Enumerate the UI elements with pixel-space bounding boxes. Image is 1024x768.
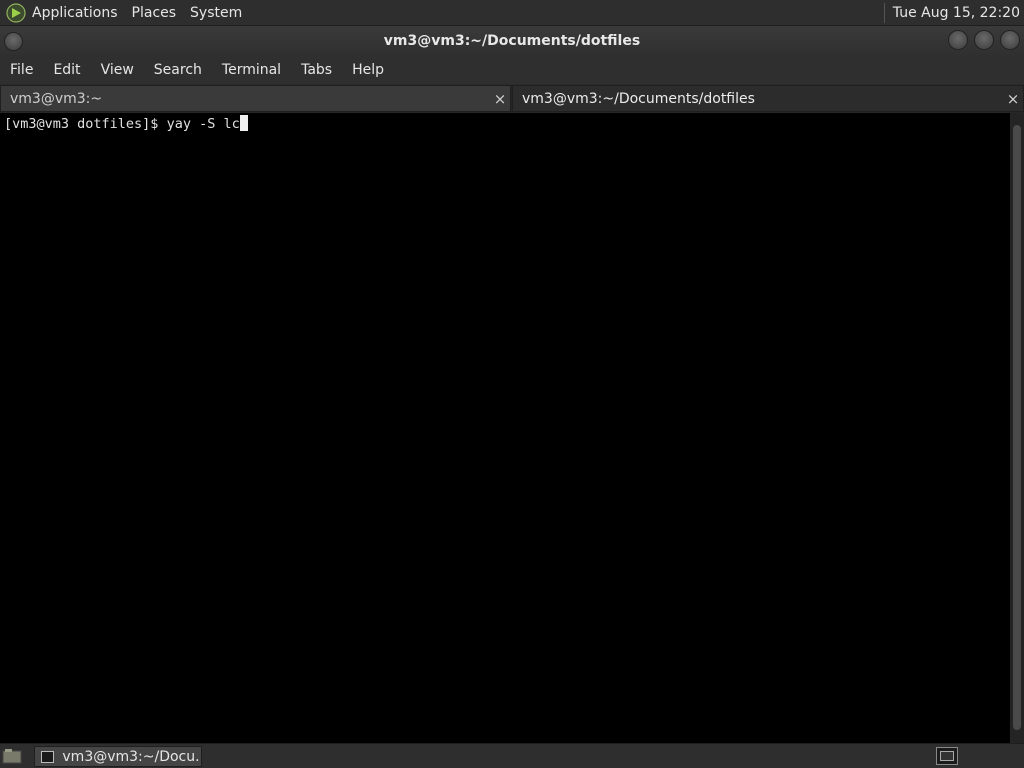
menu-file[interactable]: File [10, 62, 33, 78]
menu-help[interactable]: Help [352, 62, 384, 78]
menu-tabs[interactable]: Tabs [301, 62, 332, 78]
bottom-panel: vm3@vm3:~/Docu... [0, 743, 1024, 768]
terminal-area[interactable]: [vm3@vm3 dotfiles]$ yay -S lc [0, 113, 1010, 743]
tab-label: vm3@vm3:~/Documents/dotfiles [522, 90, 755, 107]
tab-home[interactable]: vm3@vm3:~ × [0, 85, 511, 112]
window-controls [948, 30, 1020, 50]
workspace-window-icon [940, 751, 954, 761]
scrollbar-thumb[interactable] [1013, 125, 1021, 730]
tab-close-icon[interactable]: × [1005, 90, 1021, 108]
terminal-line: [vm3@vm3 dotfiles]$ yay -S lc [4, 115, 248, 132]
tab-dotfiles[interactable]: vm3@vm3:~/Documents/dotfiles × [512, 85, 1024, 112]
workspace-switcher[interactable] [936, 747, 958, 765]
tab-bar: vm3@vm3:~ × vm3@vm3:~/Documents/dotfiles… [0, 85, 1024, 113]
window-titlebar[interactable]: vm3@vm3:~/Documents/dotfiles [0, 26, 1024, 55]
taskbar-label: vm3@vm3:~/Docu... [62, 748, 201, 765]
terminal-prompt: [vm3@vm3 dotfiles]$ [4, 116, 167, 132]
menubar: File Edit View Search Terminal Tabs Help [0, 55, 1024, 84]
clock[interactable]: Tue Aug 15, 22:20 [893, 5, 1020, 21]
window-menu-icon[interactable] [4, 32, 23, 51]
menu-edit[interactable]: Edit [53, 62, 80, 78]
close-icon[interactable] [1000, 30, 1020, 50]
system-menu[interactable]: System [190, 5, 242, 21]
minimize-icon[interactable] [948, 30, 968, 50]
terminal-command: yay -S lc [166, 116, 240, 132]
tab-close-icon[interactable]: × [492, 90, 508, 108]
applications-menu[interactable]: Applications [32, 5, 118, 21]
mate-logo-icon[interactable] [6, 2, 26, 23]
text-cursor [239, 115, 248, 131]
menu-search[interactable]: Search [154, 62, 202, 78]
terminal-scrollbar[interactable] [1010, 113, 1024, 743]
places-menu[interactable]: Places [132, 5, 177, 21]
top-panel: Applications Places System Tue Aug 15, 2… [0, 0, 1024, 26]
terminal-icon [41, 750, 55, 763]
panel-separator [883, 2, 885, 23]
show-desktop-icon[interactable] [2, 748, 22, 764]
menu-terminal[interactable]: Terminal [222, 62, 281, 78]
taskbar-button-terminal[interactable]: vm3@vm3:~/Docu... [34, 746, 202, 767]
tab-label: vm3@vm3:~ [10, 90, 103, 107]
maximize-icon[interactable] [974, 30, 994, 50]
window-title: vm3@vm3:~/Documents/dotfiles [383, 32, 641, 49]
menu-view[interactable]: View [101, 62, 134, 78]
